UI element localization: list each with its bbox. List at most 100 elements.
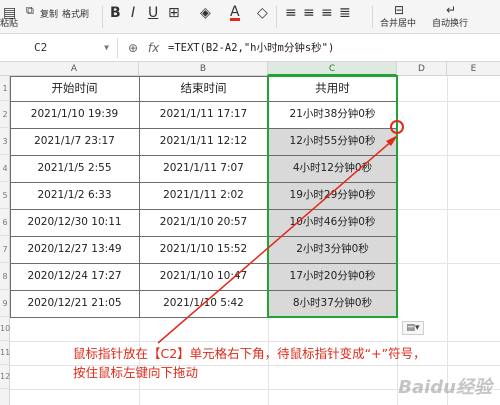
align-right-button[interactable]: ≡ [320, 0, 334, 34]
start-time-cell[interactable]: 2021/1/10 19:39 [10, 101, 139, 128]
merge-center-button[interactable]: ⊟ 合并居中 [380, 0, 424, 34]
fill-color-icon: ◈ [200, 5, 211, 21]
underline-icon: U [148, 5, 159, 21]
start-time-cell[interactable]: 2021/1/2 6:33 [10, 182, 139, 209]
end-time-cell[interactable]: 2021/1/11 7:07 [139, 155, 268, 182]
formula-icons: ⊕ fx [128, 38, 159, 58]
gridline [397, 263, 500, 264]
column-header-d[interactable]: D [397, 62, 447, 76]
ribbon-toolbar: ▤ 粘贴 ⧉ 复制 格式刷 B I U ⊞ ◈ A ◇ ≡ ≡ ≡ ≣ ⊟ 合并… [0, 0, 500, 34]
toolbar-divider [372, 6, 373, 28]
start-time-cell[interactable]: 2020/12/24 17:27 [10, 263, 139, 290]
paste-label: 粘贴 [0, 19, 19, 29]
duration-cell[interactable]: 4小时12分钟0秒 [268, 155, 397, 182]
header-cell[interactable]: 共用时 [268, 76, 397, 101]
column-header-bar: A B C D E [0, 62, 500, 76]
duration-cell[interactable]: 19小时29分钟0秒 [268, 182, 397, 209]
gridline [397, 155, 500, 156]
row-header[interactable]: 8 [0, 263, 10, 290]
end-time-cell[interactable]: 2021/1/10 15:52 [139, 236, 268, 263]
bold-button[interactable]: B [108, 0, 122, 34]
start-time-cell[interactable]: 2020/12/30 10:11 [10, 209, 139, 236]
chevron-down-icon[interactable]: ▼ [104, 38, 109, 58]
gridline [447, 76, 448, 405]
copy-label: 复制 [40, 10, 59, 20]
end-time-cell[interactable]: 2021/1/10 20:57 [139, 209, 268, 236]
row-header[interactable]: 10 [0, 317, 10, 341]
watermark-logo: Baidu经验 [398, 377, 492, 398]
border-icon: ⊞ [168, 5, 180, 21]
formula-bar: C2 ▼ ⊕ fx =TEXT(B2-A2,"h小时m分钟s秒") [0, 34, 500, 62]
row-header[interactable]: 6 [0, 209, 10, 236]
row-header[interactable]: 9 [0, 290, 10, 317]
start-time-cell[interactable]: 2021/1/7 23:17 [10, 128, 139, 155]
fx-icon[interactable]: fx [148, 41, 159, 55]
clear-format-button[interactable]: ◇ [256, 0, 270, 34]
column-header-e[interactable]: E [447, 62, 500, 76]
column-header-b[interactable]: B [139, 62, 268, 76]
row-header-bar: 1 2 3 4 5 6 7 8 9 10 11 12 [0, 76, 10, 405]
border-button[interactable]: ⊞ [166, 0, 184, 34]
justify-button[interactable]: ≣ [338, 0, 352, 34]
align-left-icon: ≡ [285, 5, 297, 21]
toolbar-divider [102, 6, 103, 28]
align-center-button[interactable]: ≡ [302, 0, 316, 34]
column-header-a[interactable]: A [10, 62, 139, 76]
align-right-icon: ≡ [321, 5, 333, 21]
auto-wrap-button[interactable]: ↵ 自动换行 [432, 0, 476, 34]
wrap-icon: ↵ [446, 3, 457, 17]
end-time-cell[interactable]: 2021/1/11 12:12 [139, 128, 268, 155]
end-time-cell[interactable]: 2021/1/11 2:02 [139, 182, 268, 209]
start-time-cell[interactable]: 2020/12/21 21:05 [10, 290, 139, 317]
row-header[interactable]: 4 [0, 155, 10, 182]
fill-handle-highlight [390, 120, 404, 134]
zoom-icon[interactable]: ⊕ [128, 41, 138, 55]
row-header[interactable]: 11 [0, 341, 10, 365]
name-box-value: C2 [34, 41, 48, 54]
format-painter-label: 格式刷 [62, 10, 90, 20]
end-time-cell[interactable]: 2021/1/10 10:47 [139, 263, 268, 290]
align-left-button[interactable]: ≡ [284, 0, 298, 34]
duration-cell[interactable]: 12小时55分钟0秒 [268, 128, 397, 155]
row-header[interactable]: 5 [0, 182, 10, 209]
italic-button[interactable]: I [128, 0, 142, 34]
end-time-cell[interactable]: 2021/1/11 17:17 [139, 101, 268, 128]
copy-button[interactable]: ⧉ 复制 [26, 0, 60, 34]
start-time-cell[interactable]: 2021/1/5 2:55 [10, 155, 139, 182]
start-time-cell[interactable]: 2020/12/27 13:49 [10, 236, 139, 263]
fill-color-button[interactable]: ◈ [198, 0, 216, 34]
header-cell[interactable]: 结束时间 [139, 76, 268, 101]
name-box[interactable]: C2 ▼ [0, 38, 118, 58]
gridline [397, 101, 500, 102]
underline-button[interactable]: U [146, 0, 160, 34]
end-time-cell[interactable]: 2021/1/10 5:42 [139, 290, 268, 317]
row-header[interactable]: 7 [0, 236, 10, 263]
row-header[interactable]: 1 [0, 76, 10, 101]
merge-icon: ⊟ [394, 3, 405, 17]
auto-wrap-label: 自动换行 [432, 19, 469, 29]
format-painter-button[interactable]: 格式刷 [62, 0, 96, 34]
toolbar-divider [276, 6, 277, 28]
duration-cell[interactable]: 10小时46分钟0秒 [268, 209, 397, 236]
header-cell[interactable]: 开始时间 [10, 76, 139, 101]
copy-icon: ⧉ [26, 4, 34, 17]
paste-button[interactable]: ▤ 粘贴 [0, 0, 20, 34]
align-center-icon: ≡ [303, 5, 315, 21]
eraser-icon: ◇ [257, 5, 268, 21]
gridline [10, 341, 500, 342]
merge-center-label: 合并居中 [380, 19, 417, 29]
font-color-button[interactable]: A [228, 0, 246, 34]
row-header[interactable]: 12 [0, 365, 10, 389]
row-header[interactable]: 2 [0, 101, 10, 128]
justify-icon: ≣ [339, 5, 351, 21]
duration-cell[interactable]: 21小时38分钟0秒 [268, 101, 397, 128]
column-header-c[interactable]: C [268, 62, 397, 76]
paste-options-icon[interactable]: ▤▾ [402, 321, 424, 335]
duration-cell[interactable]: 2小时3分钟0秒 [268, 236, 397, 263]
duration-cell[interactable]: 17小时20分钟0秒 [268, 263, 397, 290]
font-color-icon: A [230, 4, 240, 21]
row-header[interactable]: 3 [0, 128, 10, 155]
gridline [397, 209, 500, 210]
formula-input[interactable]: =TEXT(B2-A2,"h小时m分钟s秒") [168, 38, 334, 58]
duration-cell[interactable]: 8小时37分钟0秒 [268, 290, 397, 317]
